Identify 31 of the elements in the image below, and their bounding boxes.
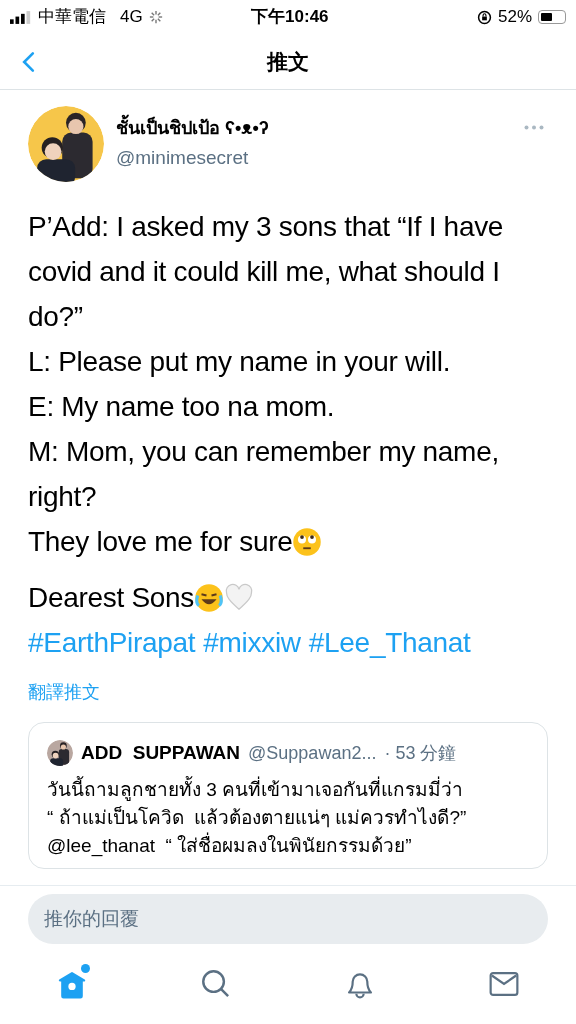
battery-icon <box>538 10 566 24</box>
tweet-text: E: My name too na mom. <box>28 390 336 424</box>
orientation-lock-icon <box>476 9 492 25</box>
user-handle: @minimesecret <box>116 146 250 171</box>
carrier-name: 中華電信 <box>38 6 106 29</box>
display-name: ชั้นเป็นชิปเป้อ ʕ•ᴥ•ʔ <box>116 115 512 143</box>
clock-time: 下午10:46 <box>251 6 330 29</box>
page-title: 推文 <box>267 48 309 75</box>
quoted-tweet-card[interactable]: ADD SUPPAWAN @Suppawan2... · 53 分鐘 วันนี้ถามลูกชายทั้ง 3 คนที่เข้ามาเจอกันที่แกรมมี่ว่า “ ถ้าแม่เป็นโควิด แล้วต้องตายแน่ๆ แม่ควรทำไงดี?” @lee_thanat “ ใส่ชื่อผมลงในพินัยกรรมด้วย” <box>28 722 548 869</box>
hashtag-link[interactable]: #EarthPirapat <box>28 620 196 665</box>
quoted-handle: @Suppawan2... <box>248 741 377 765</box>
quoted-tweet-text: วันนี้ถามลูกชายทั้ง 3 คนที่เข้ามาเจอกันที่แกรมมี่ว่า “ ถ้าแม่เป็นโควิด แล้วต้องตายแน่ๆ แม่ควรทำไงดี?” @lee_thanat “ ใส่ชื่อผมลงในพินัยกรรมด้วย” <box>47 775 468 859</box>
battery-percent: 52% <box>497 6 532 29</box>
hashtag-link[interactable]: #mixxiw <box>203 620 301 665</box>
quoted-time: · 53 分鐘 <box>384 741 457 765</box>
hashtag-link[interactable]: #Lee_Thanat <box>308 620 471 665</box>
tweet-text: Dearest Sons <box>28 581 195 615</box>
back-icon <box>22 50 35 73</box>
signal-icon <box>10 10 32 24</box>
network-type: 4G <box>120 6 143 29</box>
tweet-text: M: Mom, you can remember my name, right? <box>28 435 500 514</box>
quoted-display-name: ADD SUPPAWAN <box>81 741 241 765</box>
eye-roll-face-icon <box>292 526 323 557</box>
heart-icon <box>224 582 255 613</box>
tweet-text: They love me for sure <box>28 525 293 559</box>
loading-icon <box>148 10 163 24</box>
tweet-text: L: Please put my name in your will. <box>28 345 452 379</box>
laughing-face-icon <box>194 582 225 613</box>
reply-field[interactable]: 推你的回覆 <box>28 894 548 944</box>
tweet-text: P’Add: I asked my 3 sons that “If I have covid and it could kill me, what should I do?” <box>28 210 505 334</box>
translate-link[interactable]: 翻譯推文 <box>28 679 100 706</box>
